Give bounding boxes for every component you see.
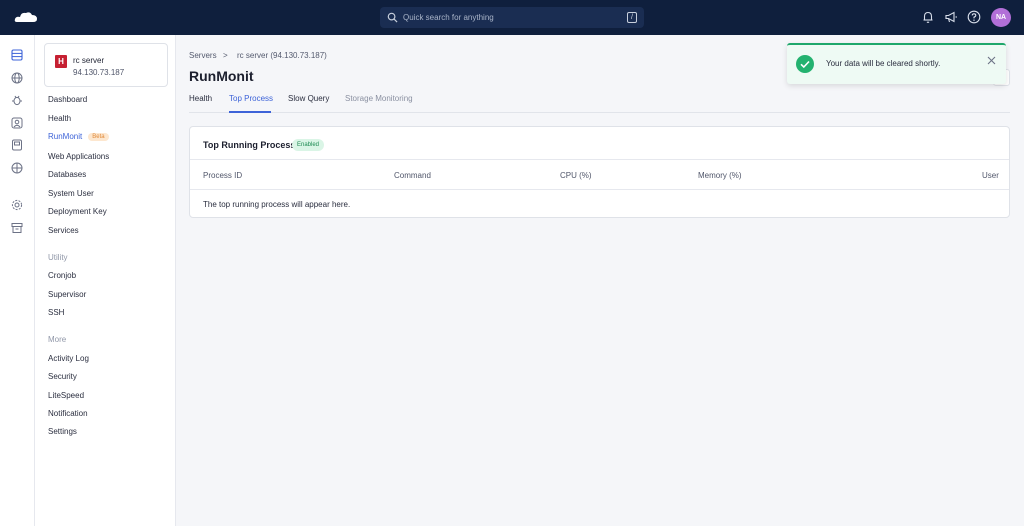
menu-item-activity-log[interactable]: Activity Log	[48, 354, 89, 363]
menu-item-system-user[interactable]: System User	[48, 189, 94, 198]
menu-item-health[interactable]: Health	[48, 114, 71, 123]
panel-title: Top Running Process	[203, 140, 296, 150]
breadcrumb-servers[interactable]: Servers	[189, 51, 217, 60]
menu-item-databases[interactable]: Databases	[48, 170, 86, 179]
toast-notification: Your data will be cleared shortly.	[787, 43, 1006, 84]
server-name: rc server	[73, 56, 105, 65]
menu-item-web-applications[interactable]: Web Applications	[48, 152, 109, 161]
menu-item-notification[interactable]: Notification	[48, 409, 88, 418]
beta-badge: Beta	[88, 133, 109, 141]
panel-divider	[190, 159, 1009, 160]
header-divider	[190, 189, 1009, 190]
network-icon[interactable]	[11, 162, 23, 174]
breadcrumb-separator: >	[223, 51, 228, 60]
search-bar[interactable]: Quick search for anything /	[380, 7, 644, 28]
status-badge: Enabled	[292, 139, 325, 151]
search-icon	[387, 12, 398, 23]
success-check-icon	[796, 55, 814, 73]
menu-item-deployment-key[interactable]: Deployment Key	[48, 207, 107, 216]
tab-top-process[interactable]: Top Process	[229, 94, 273, 103]
top-bar: Quick search for anything / NA	[0, 0, 1024, 35]
tab-storage-monitoring[interactable]: Storage Monitoring	[345, 94, 413, 103]
server-card[interactable]: H rc server 94.130.73.187	[44, 43, 168, 87]
column-user: User	[982, 171, 999, 180]
archive-icon[interactable]	[11, 222, 23, 234]
column-process-id: Process ID	[203, 171, 243, 180]
menu-item-services[interactable]: Services	[48, 226, 79, 235]
tab-health[interactable]: Health	[189, 94, 212, 103]
page-title: RunMonit	[189, 68, 254, 84]
menu-item-runmonit-label: RunMonit	[48, 132, 83, 141]
menu-item-supervisor[interactable]: Supervisor	[48, 290, 86, 299]
menu-item-cronjob[interactable]: Cronjob	[48, 271, 76, 280]
cloud-logo-icon[interactable]	[14, 10, 38, 24]
empty-state-message: The top running process will appear here…	[203, 200, 351, 209]
column-cpu: CPU (%)	[560, 171, 592, 180]
top-process-panel: Top Running Process Enabled Process ID C…	[189, 126, 1010, 218]
server-ip: 94.130.73.187	[73, 68, 125, 77]
servers-icon[interactable]	[11, 49, 23, 61]
help-icon[interactable]	[967, 10, 981, 24]
menu-item-dashboard[interactable]: Dashboard	[48, 95, 87, 104]
breadcrumb-current: rc server (94.130.73.187)	[237, 51, 327, 60]
search-shortcut-key: /	[627, 12, 637, 23]
menu-item-ssh[interactable]: SSH	[48, 308, 64, 317]
backup-icon[interactable]	[11, 139, 23, 151]
active-tab-indicator	[229, 111, 271, 113]
tab-slow-query[interactable]: Slow Query	[288, 94, 329, 103]
menu-item-security[interactable]: Security	[48, 372, 77, 381]
menu-item-settings[interactable]: Settings	[48, 427, 77, 436]
menu-heading-utility: Utility	[48, 253, 68, 262]
icon-rail	[0, 35, 35, 526]
close-icon[interactable]	[987, 56, 996, 65]
toast-message: Your data will be cleared shortly.	[826, 59, 941, 68]
menu-heading-more: More	[48, 335, 67, 344]
settings-icon[interactable]	[11, 199, 23, 211]
bug-icon[interactable]	[11, 94, 23, 106]
search-input[interactable]: Quick search for anything	[403, 13, 494, 22]
column-command: Command	[394, 171, 431, 180]
column-memory: Memory (%)	[698, 171, 742, 180]
team-icon[interactable]	[11, 117, 23, 129]
tab-divider	[189, 112, 1010, 113]
menu-item-runmonit[interactable]: RunMonit Beta	[48, 132, 109, 141]
server-provider-logo: H	[55, 55, 67, 68]
user-avatar[interactable]: NA	[991, 8, 1011, 27]
megaphone-icon[interactable]	[944, 10, 958, 24]
menu-item-litespeed[interactable]: LiteSpeed	[48, 391, 84, 400]
globe-icon[interactable]	[11, 72, 23, 84]
server-side-menu: H rc server 94.130.73.187 Dashboard Heal…	[35, 35, 176, 526]
bell-icon[interactable]	[921, 10, 935, 24]
